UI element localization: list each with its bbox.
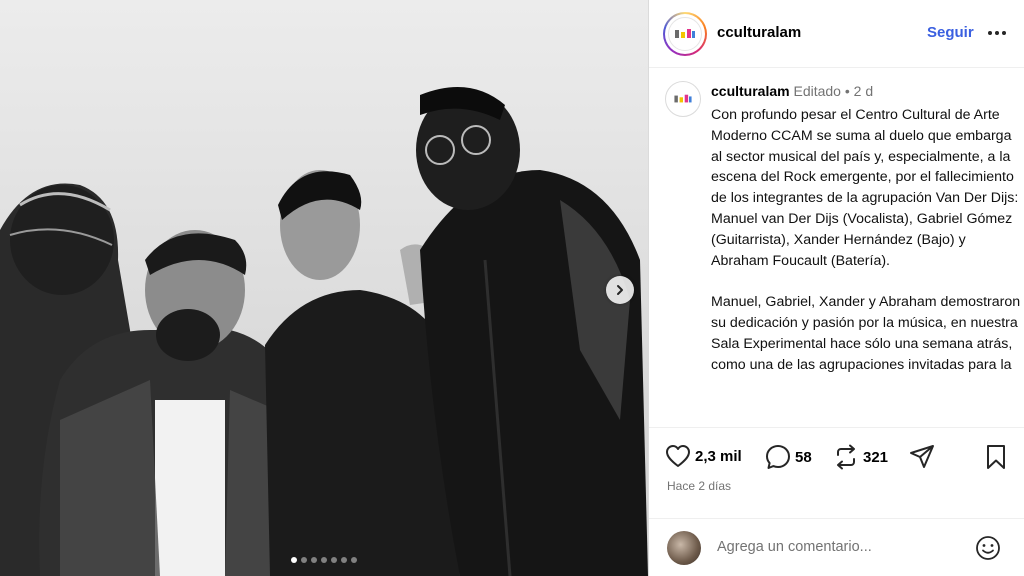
caption-area: cculturalam Editado • 2 d Con profundo p… [649, 69, 1024, 427]
ccam-logo-icon [668, 17, 702, 51]
comment-button[interactable]: 58 [765, 444, 812, 470]
author-username[interactable]: cculturalam [717, 24, 801, 41]
bookmark-icon [987, 445, 1005, 469]
save-button[interactable] [985, 444, 1007, 470]
carousel-dot [341, 557, 347, 563]
band-photo [0, 0, 648, 576]
caption-paragraph: Manuel, Gabriel, Xander y Abraham demost… [711, 294, 1021, 373]
more-horizontal-icon [988, 31, 1006, 35]
carousel-dot [291, 557, 297, 563]
like-count[interactable]: 2,3 mil [695, 448, 742, 465]
repost-button[interactable]: 321 [833, 444, 888, 470]
caption-author-avatar[interactable] [665, 81, 701, 117]
follow-button[interactable]: Seguir [927, 24, 974, 41]
carousel-dot [351, 557, 357, 563]
author-avatar[interactable] [663, 12, 707, 56]
carousel-dot [331, 557, 337, 563]
post-timestamp[interactable]: Hace 2 días [667, 479, 731, 493]
post-header: cculturalam Seguir [649, 0, 1024, 68]
carousel-dot [301, 557, 307, 563]
edited-label: Editado [793, 83, 841, 99]
comment-bubble-icon [766, 445, 790, 469]
more-options-button[interactable] [985, 22, 1009, 44]
caption-paragraph: Con profundo pesar el Centro Cultural de… [711, 107, 1019, 269]
post-media[interactable] [0, 0, 648, 576]
viewer-avatar [667, 531, 701, 565]
comment-count[interactable]: 58 [795, 449, 812, 466]
heart-icon [666, 445, 690, 467]
add-comment-bar [649, 518, 1024, 576]
carousel-dot [321, 557, 327, 563]
smiley-icon [976, 536, 1000, 560]
carousel-next-button[interactable] [606, 276, 634, 304]
meta-separator: • [844, 83, 850, 99]
share-button[interactable] [909, 444, 935, 470]
caption-header: cculturalam Editado • 2 d [711, 83, 873, 99]
carousel-indicator [0, 557, 648, 563]
comment-input[interactable] [717, 539, 937, 555]
post-age: 2 d [853, 83, 874, 99]
repost-count[interactable]: 321 [863, 449, 888, 466]
caption-text: Con profundo pesar el Centro Cultural de… [711, 105, 1021, 396]
carousel-dot [311, 557, 317, 563]
post-side-panel: cculturalam Seguir cculturalam Editado •… [648, 0, 1024, 576]
caption-username[interactable]: cculturalam [711, 83, 790, 99]
paper-plane-icon [910, 445, 934, 468]
chevron-right-icon [617, 285, 623, 295]
emoji-button[interactable] [975, 535, 1001, 566]
like-button[interactable]: 2,3 mil [665, 444, 742, 468]
ccam-logo-icon [674, 94, 692, 103]
repost-icon [837, 444, 855, 470]
